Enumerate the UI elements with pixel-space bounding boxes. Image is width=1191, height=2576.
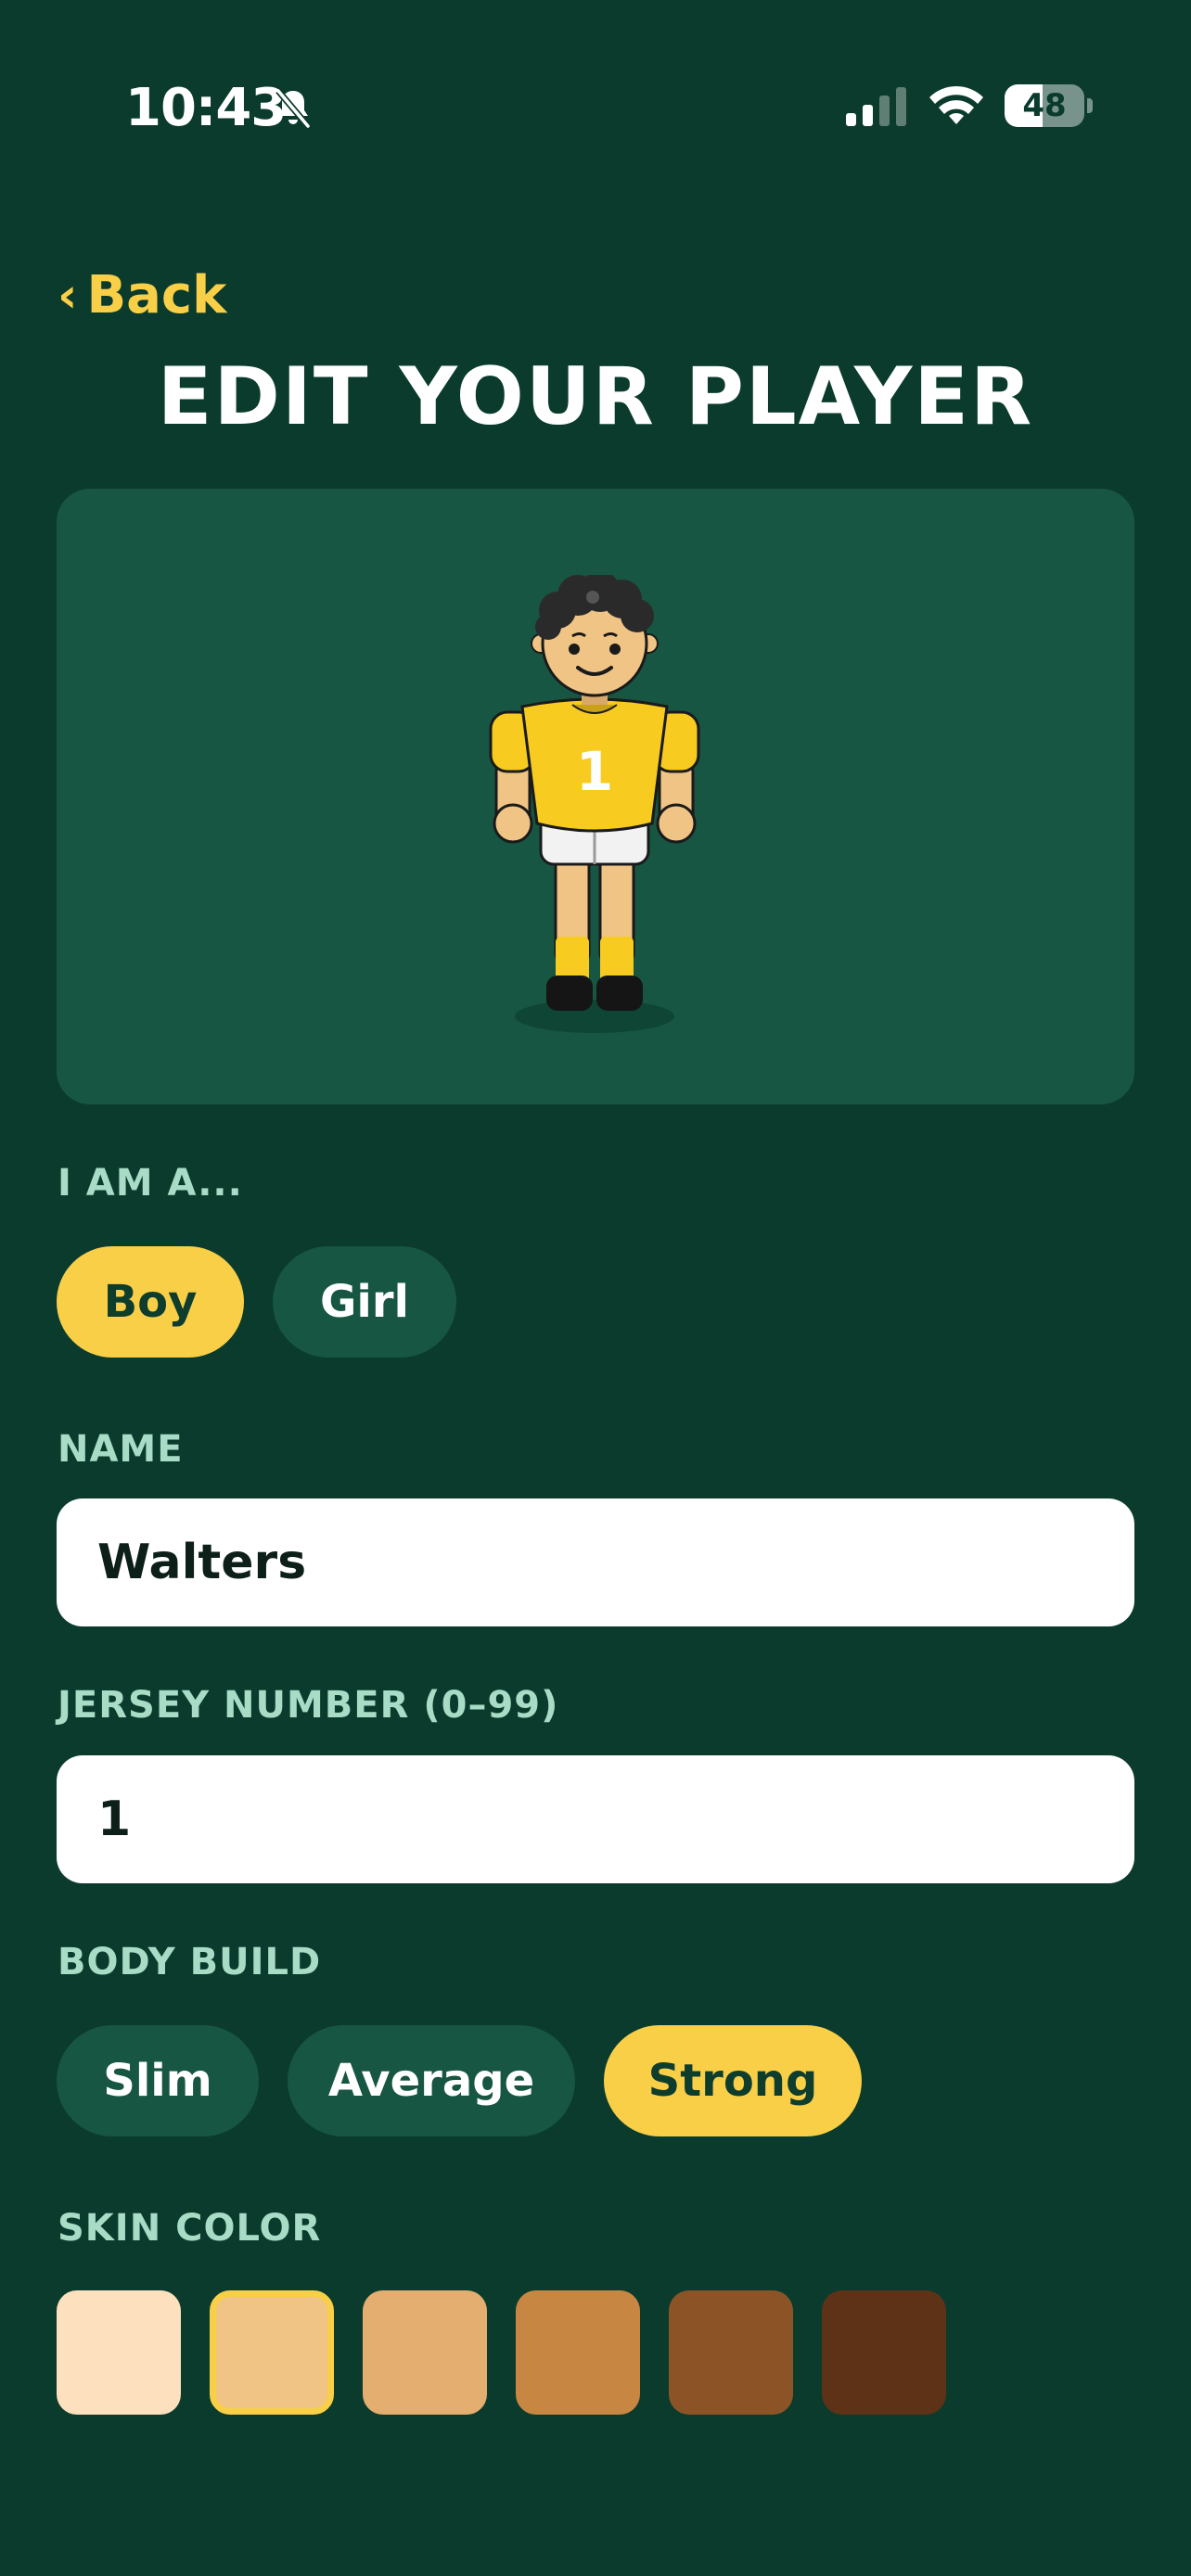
player-avatar: 1 — [489, 575, 700, 1033]
back-label: Back — [86, 265, 227, 325]
player-right-hand — [656, 803, 697, 844]
bell-slash-icon — [275, 88, 311, 129]
skin-swatch-4[interactable] — [516, 2290, 640, 2415]
jersey-number-label: JERSEY NUMBER (0–99) — [58, 1684, 559, 1727]
gender-option-girl[interactable]: Girl — [273, 1246, 456, 1358]
name-value: Walters — [97, 1535, 307, 1590]
build-option-slim[interactable]: Slim — [57, 2025, 259, 2136]
battery-icon: 48 — [1005, 84, 1094, 129]
skin-color-label: SKIN COLOR — [58, 2207, 322, 2250]
name-field[interactable]: Walters — [57, 1498, 1134, 1626]
body-build-label: BODY BUILD — [58, 1941, 322, 1983]
skin-swatch-2[interactable] — [210, 2290, 334, 2415]
gender-label: I AM A... — [58, 1162, 243, 1205]
battery-level: 48 — [1022, 87, 1067, 124]
jersey-number-field[interactable]: 1 — [57, 1755, 1134, 1883]
player-right-boot — [596, 976, 643, 1011]
gender-option-boy[interactable]: Boy — [57, 1246, 244, 1358]
player-shadow — [515, 1000, 674, 1033]
build-option-label: Strong — [647, 2055, 818, 2107]
chevron-left-icon: ‹ — [58, 267, 78, 324]
cellular-signal-icon — [846, 87, 906, 126]
status-time: 10:43 — [125, 78, 287, 138]
player-left-hand — [493, 803, 533, 844]
status-bar: 10:43 48 — [0, 0, 1191, 213]
gender-option-label: Girl — [320, 1276, 409, 1328]
build-option-label: Slim — [103, 2055, 212, 2107]
skin-swatch-6[interactable] — [822, 2290, 946, 2415]
battery-tip — [1087, 98, 1093, 113]
battery-body: 48 — [1005, 84, 1084, 127]
wifi-icon — [929, 85, 983, 124]
build-option-strong[interactable]: Strong — [604, 2025, 862, 2136]
skin-swatch-5[interactable] — [669, 2290, 793, 2415]
gender-option-label: Boy — [103, 1276, 198, 1328]
build-option-label: Average — [327, 2055, 535, 2107]
player-left-boot — [546, 976, 593, 1011]
skin-swatch-3[interactable] — [363, 2290, 487, 2415]
page-title: EDIT YOUR PLAYER — [157, 351, 1034, 443]
skin-swatch-1[interactable] — [57, 2290, 181, 2415]
jersey-number-value: 1 — [97, 1792, 132, 1847]
player-jersey-number: 1 — [576, 740, 613, 803]
build-option-average[interactable]: Average — [288, 2025, 575, 2136]
back-button[interactable]: ‹ Back — [58, 265, 226, 325]
name-label: NAME — [58, 1428, 184, 1471]
